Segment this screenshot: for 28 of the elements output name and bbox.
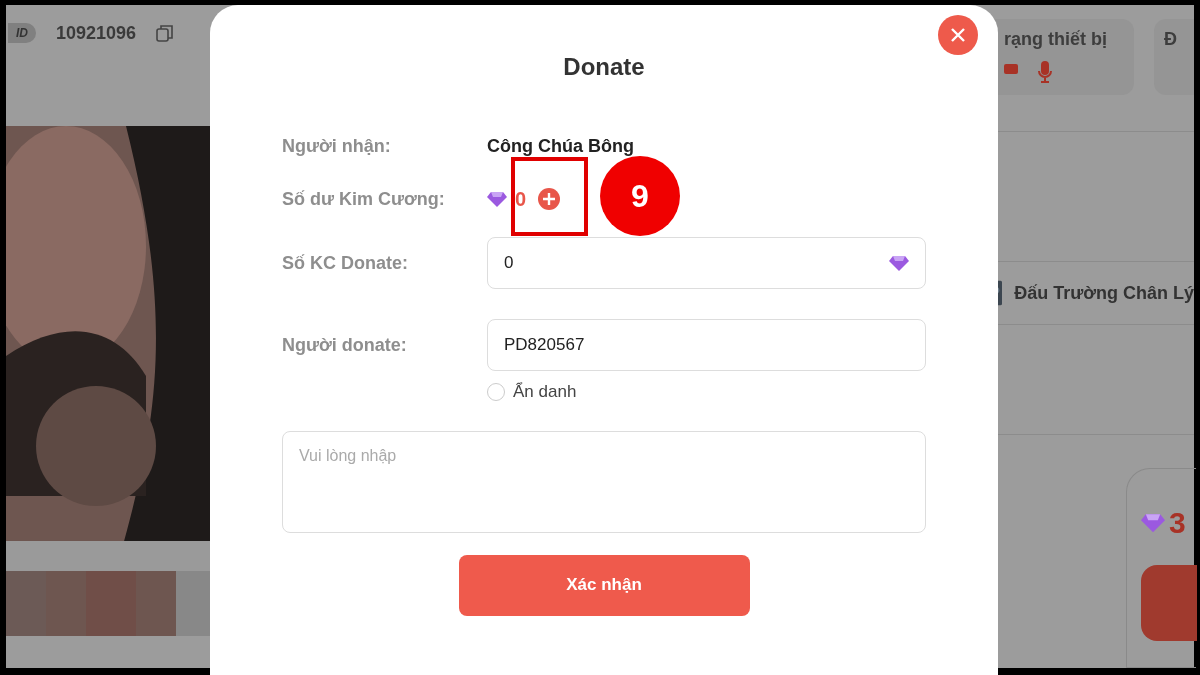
diamond-icon	[1141, 513, 1165, 533]
microphone-icon	[1038, 61, 1052, 83]
field-label: Người donate:	[282, 333, 408, 357]
card-title: rạng thiết bị	[1004, 28, 1108, 51]
field-label: Người nhận:	[282, 134, 392, 158]
diamond-icon	[487, 191, 507, 207]
diamond-icon	[889, 255, 909, 271]
camera-icon	[1004, 61, 1018, 75]
user-id: 10921096	[56, 22, 137, 45]
field-label: Số KC Donate:	[282, 251, 409, 275]
copy-icon[interactable]	[156, 24, 175, 42]
add-icon[interactable]	[538, 188, 561, 210]
field-label: Số dư Kim Cương:	[282, 187, 446, 211]
dialog-title: Donate	[563, 52, 645, 82]
action-button[interactable]	[1141, 565, 1197, 641]
recipient-name: Công Chúa Bông	[487, 134, 634, 158]
input-field[interactable]: PD820567	[487, 319, 926, 371]
game-name: Đấu Trường Chân Lý	[1014, 282, 1194, 305]
card-title: Đ	[1164, 29, 1177, 49]
radio-button[interactable]	[487, 382, 505, 401]
balance-amount: 3	[1169, 505, 1186, 541]
message-field[interactable]: Vui lòng nhập	[282, 430, 926, 533]
input-field[interactable]: 0	[487, 237, 926, 289]
diamond-balance: 0	[515, 187, 527, 212]
id-badge: ID	[8, 23, 36, 43]
anonymous-label: Ẩn danh	[513, 381, 577, 403]
close-icon	[950, 27, 966, 43]
close-button[interactable]	[938, 15, 978, 55]
